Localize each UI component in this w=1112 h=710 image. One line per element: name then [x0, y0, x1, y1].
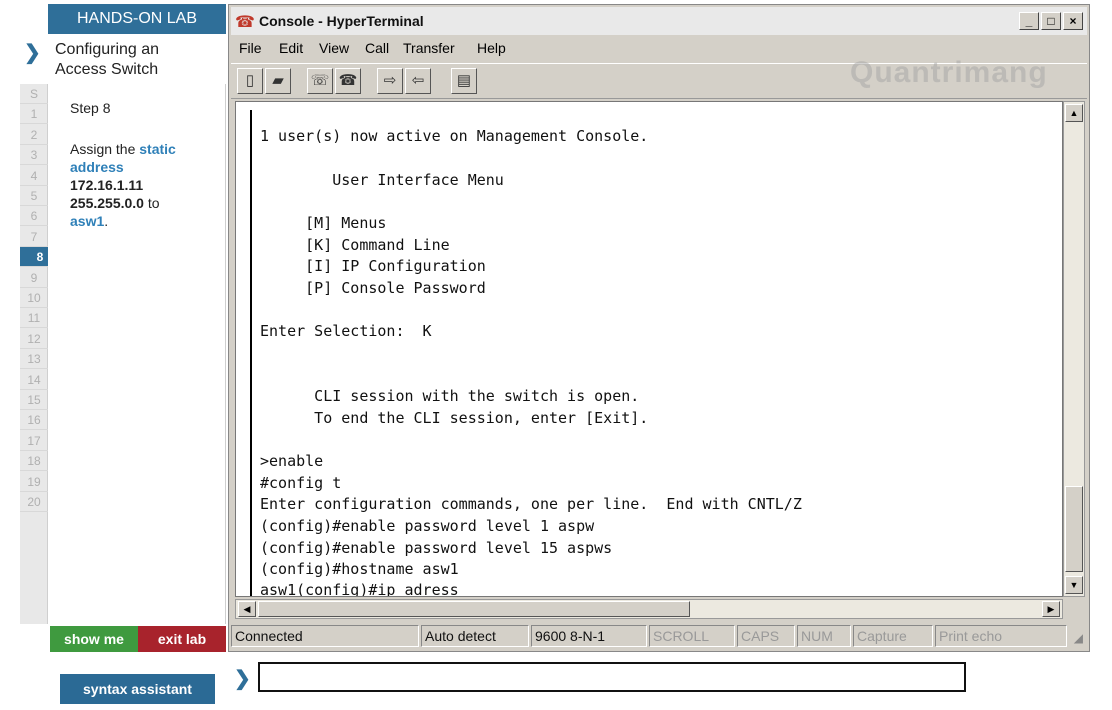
- scroll-up-icon[interactable]: ▲: [1065, 104, 1083, 122]
- disconnect-icon[interactable]: ☎: [335, 68, 361, 94]
- step-instruction: Assign the static address 172.16.1.11 25…: [70, 140, 220, 230]
- status-settings: 9600 8-N-1: [531, 625, 647, 647]
- terminal-line: (config)#hostname asw1: [260, 560, 459, 578]
- menu-call[interactable]: Call: [365, 40, 389, 56]
- instr-text-to: to: [143, 195, 160, 211]
- command-row: ❯: [228, 658, 972, 702]
- minimize-button[interactable]: _: [1019, 12, 1039, 30]
- send-icon[interactable]: ⇨: [377, 68, 403, 94]
- step-7[interactable]: 7: [20, 227, 48, 247]
- resize-grip-icon[interactable]: ◢: [1074, 631, 1083, 645]
- terminal-line: To end the CLI session, enter [Exit].: [260, 409, 649, 427]
- step-13[interactable]: 13: [20, 349, 48, 370]
- terminal-screen[interactable]: 1 user(s) now active on Management Conso…: [235, 101, 1063, 597]
- terminal-line: (config)#enable password level 1 aspw: [260, 517, 595, 535]
- new-connection-icon[interactable]: ▯: [237, 68, 263, 94]
- maximize-button[interactable]: □: [1041, 12, 1061, 30]
- terminal-line: [I] IP Configuration: [260, 257, 486, 275]
- menu-view[interactable]: View: [319, 40, 349, 56]
- window-title: Console - HyperTerminal: [259, 13, 424, 29]
- lab-title-line1: Configuring an: [55, 41, 160, 58]
- open-folder-icon[interactable]: ▰: [265, 68, 291, 94]
- receive-icon[interactable]: ⇦: [405, 68, 431, 94]
- close-button[interactable]: ×: [1063, 12, 1083, 30]
- step-9[interactable]: 9: [20, 268, 48, 288]
- terminal-line: >enable: [260, 452, 324, 470]
- step-17[interactable]: 17: [20, 431, 48, 451]
- instr-mask: 255.255.0.0: [70, 195, 144, 211]
- step-5[interactable]: 5: [20, 186, 48, 206]
- step-navigator: S 1 2 3 4 5 6 7 8 9 10 11 12 13 14 15 16 17 18 19 20: [20, 84, 60, 624]
- scroll-down-icon[interactable]: ▼: [1065, 576, 1083, 594]
- instr-ip: 172.16.1.11: [70, 177, 144, 193]
- instr-text: Assign the: [70, 141, 140, 157]
- terminal-line: asw1(config)#ip adress: [260, 581, 459, 596]
- lab-header: HANDS-ON LAB: [48, 4, 226, 34]
- call-icon[interactable]: ☏: [307, 68, 333, 94]
- instr-hostname: asw1: [70, 213, 105, 229]
- step-1[interactable]: 1: [20, 104, 48, 125]
- terminal-line: User Interface Menu: [260, 171, 504, 189]
- step-18[interactable]: 18: [20, 451, 48, 472]
- terminal-line: (config)#enable password level 15 aspws: [260, 539, 613, 557]
- step-11[interactable]: 11: [20, 308, 48, 329]
- terminal-line: [K] Command Line: [260, 236, 450, 254]
- step-12[interactable]: 12: [20, 329, 48, 349]
- hyperterminal-icon: ☎: [235, 14, 255, 31]
- command-input[interactable]: [258, 662, 966, 692]
- syntax-assistant-button[interactable]: syntax assistant: [60, 674, 215, 704]
- menu-edit[interactable]: Edit: [279, 40, 303, 56]
- exit-lab-button[interactable]: exit lab: [138, 626, 226, 652]
- hyperterminal-window: ☎ Console - HyperTerminal _ □ × File Edi…: [228, 4, 1090, 652]
- chevron-right-icon: ❯: [234, 668, 251, 690]
- status-caps: CAPS: [737, 625, 795, 647]
- step-label: Step 8: [70, 100, 111, 116]
- properties-icon[interactable]: ▤: [451, 68, 477, 94]
- terminal-text-area: 1 user(s) now active on Management Conso…: [250, 110, 1060, 596]
- instr-period: .: [104, 213, 109, 229]
- status-num: NUM: [797, 625, 851, 647]
- menu-transfer[interactable]: Transfer: [403, 40, 455, 56]
- scroll-right-icon[interactable]: ▶: [1042, 601, 1060, 617]
- status-capture: Capture: [853, 625, 933, 647]
- title-bar: ☎ Console - HyperTerminal _ □ ×: [231, 7, 1087, 35]
- horizontal-scroll-thumb[interactable]: [258, 601, 690, 617]
- step-19[interactable]: 19: [20, 472, 48, 492]
- lab-content: Step 8 Assign the static address 172.16.…: [48, 84, 226, 624]
- lab-title-line2: Access Switch: [55, 61, 159, 78]
- vertical-scroll-thumb[interactable]: [1065, 486, 1083, 572]
- status-scroll: SCROLL: [649, 625, 735, 647]
- terminal-line: [M] Menus: [260, 214, 387, 232]
- status-print-echo: Print echo: [935, 625, 1067, 647]
- status-bar: Connected Auto detect 9600 8-N-1 SCROLL …: [231, 623, 1087, 649]
- step-15[interactable]: 15: [20, 390, 48, 410]
- watermark: Quantrimang: [850, 56, 1048, 89]
- terminal-line: Enter configuration commands, one per li…: [260, 495, 802, 513]
- step-4[interactable]: 4: [20, 166, 48, 186]
- lab-title-row: ❯ Configuring an Access Switch: [20, 36, 226, 84]
- horizontal-scrollbar[interactable]: ◀ ▶: [235, 599, 1063, 619]
- step-16[interactable]: 16: [20, 410, 48, 431]
- lab-title: Configuring an Access Switch: [55, 40, 225, 80]
- show-me-button[interactable]: show me: [50, 626, 138, 652]
- step-s[interactable]: S: [20, 84, 48, 104]
- terminal-line: [P] Console Password: [260, 279, 486, 297]
- step-6[interactable]: 6: [20, 206, 48, 227]
- vertical-scrollbar[interactable]: ▲ ▼: [1063, 101, 1085, 597]
- status-detect: Auto detect: [421, 625, 529, 647]
- step-14[interactable]: 14: [20, 370, 48, 390]
- scroll-left-icon[interactable]: ◀: [238, 601, 256, 617]
- status-connected: Connected: [231, 625, 419, 647]
- step-20[interactable]: 20: [20, 492, 48, 512]
- terminal-line: CLI session with the switch is open.: [260, 387, 640, 405]
- terminal-line: Enter Selection: K: [260, 322, 432, 340]
- terminal-line: #config t: [260, 474, 342, 492]
- step-2[interactable]: 2: [20, 125, 48, 145]
- menu-help[interactable]: Help: [477, 40, 506, 56]
- terminal-line: 1 user(s) now active on Management Conso…: [260, 127, 649, 145]
- step-10[interactable]: 10: [20, 288, 48, 308]
- chevron-right-icon: ❯: [24, 42, 41, 64]
- menu-file[interactable]: File: [239, 40, 262, 56]
- step-3[interactable]: 3: [20, 145, 48, 166]
